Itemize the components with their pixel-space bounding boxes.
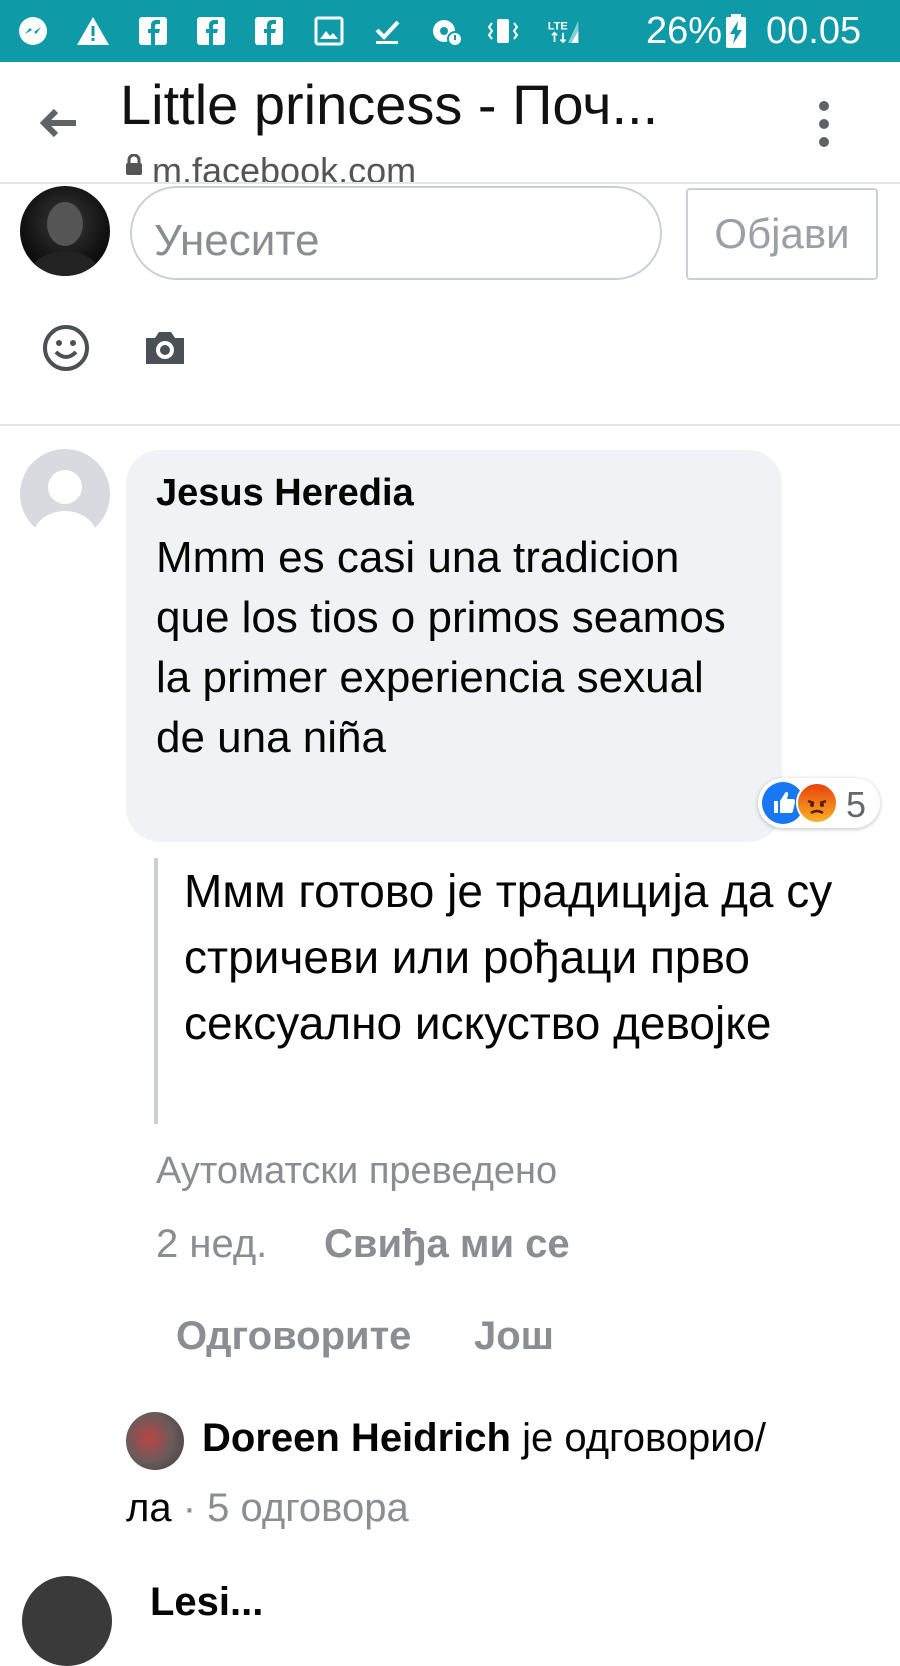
translation-block: Ммм готово је традиција да су стричеви и…: [154, 858, 878, 1124]
comment-text: Mmm es casi una tradicion que los tios o…: [156, 533, 726, 762]
page-title: Little princess - Поч...: [120, 73, 659, 136]
replies-summary[interactable]: Doreen Heidrich је одговорио/: [202, 1416, 766, 1461]
comment-author[interactable]: Lesi...: [150, 1580, 263, 1625]
battery-percent: 26%: [646, 10, 723, 52]
comment-author[interactable]: Jesus Heredia: [156, 472, 414, 515]
page-url[interactable]: m.facebook.com: [152, 150, 416, 182]
reaction-count: 5: [846, 784, 867, 825]
comment-timestamp[interactable]: 2 нед.: [156, 1222, 267, 1267]
replies-count[interactable]: 5 одговора: [207, 1486, 409, 1530]
translated-text: Ммм готово је традиција да су стричеви и…: [184, 865, 833, 1049]
auto-translated-label[interactable]: Аутоматски преведено: [156, 1150, 557, 1193]
browser-toolbar: Little princess - Поч... m.facebook.com: [0, 62, 900, 184]
avatar[interactable]: [126, 1412, 184, 1470]
facebook-icon: [252, 14, 286, 48]
comment-composer: Унесите Објави: [0, 184, 900, 426]
reaction-summary[interactable]: 5: [758, 778, 880, 828]
replies-action: је одговорио/: [510, 1416, 766, 1460]
settings-alert-icon: [430, 14, 464, 48]
replies-action-cont: ла: [126, 1486, 172, 1530]
warning-icon: [76, 14, 110, 48]
status-bar: LTE 26% 00.05: [0, 0, 900, 62]
post-button[interactable]: Објави: [686, 188, 878, 280]
replies-summary-cont[interactable]: ла · 5 одговора: [126, 1486, 409, 1531]
facebook-icon: [194, 14, 228, 48]
like-button[interactable]: Свиђа ми се: [324, 1222, 570, 1267]
clock: 00.05: [766, 10, 862, 52]
vibrate-icon: [486, 14, 520, 48]
lte-icon: LTE: [546, 14, 580, 48]
comment-bubble: Jesus Heredia Mmm es casi una tradicion …: [126, 450, 782, 842]
back-arrow-icon[interactable]: [36, 100, 82, 146]
more-button[interactable]: Још: [474, 1314, 554, 1359]
replier-name[interactable]: Doreen Heidrich: [202, 1416, 511, 1460]
comment-input[interactable]: Унесите: [130, 186, 662, 280]
more-options-icon[interactable]: [818, 98, 830, 150]
camera-icon[interactable]: [142, 328, 188, 368]
avatar[interactable]: [20, 186, 110, 276]
avatar[interactable]: [20, 449, 110, 539]
facebook-icon: [136, 14, 170, 48]
emoji-icon[interactable]: [42, 324, 90, 372]
lock-icon: [124, 153, 144, 176]
messenger-icon: [16, 14, 50, 48]
reply-button[interactable]: Одговорите: [176, 1314, 411, 1359]
battery-charging-icon: [722, 14, 750, 48]
angry-reaction-icon: [796, 782, 838, 824]
replies-separator: ·: [171, 1486, 208, 1530]
download-done-icon: [370, 14, 404, 48]
avatar[interactable]: [22, 1576, 112, 1666]
gallery-icon: [312, 14, 346, 48]
svg-text:LTE: LTE: [548, 20, 568, 32]
